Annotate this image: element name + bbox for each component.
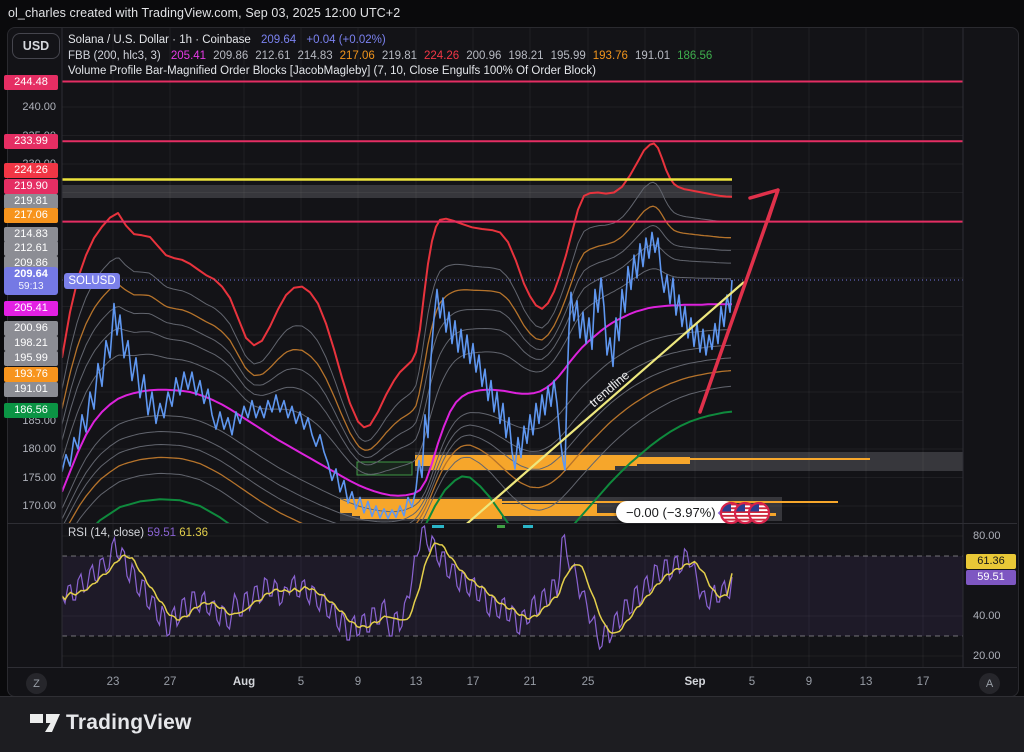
arrow-drawing[interactable] <box>700 190 778 412</box>
price-badge: 193.76 <box>4 367 58 382</box>
price-badge: 186.56 <box>4 403 58 418</box>
time-axis-label: 21 <box>524 676 537 688</box>
price-badge: 214.83 <box>4 227 58 242</box>
price-badge: 224.26 <box>4 163 58 178</box>
fbb-value: 193.76 <box>593 50 628 62</box>
price-badge: 205.41 <box>4 301 58 316</box>
fbb-indicator-values: 205.41 209.86 212.61 214.83 217.06 219.81 224.… <box>164 50 712 62</box>
time-axis-label: 5 <box>298 676 304 688</box>
fbb-indicator-title: FBB (200, hlc3, 3) <box>68 50 161 62</box>
time-axis-label: Aug <box>233 676 255 688</box>
rsi-pane <box>62 526 963 649</box>
rsi-legend[interactable]: RSI (14, close) 59.51 61.36 <box>68 527 208 539</box>
time-axis-label: 5 <box>749 676 755 688</box>
price-badge: 217.06 <box>4 208 58 223</box>
price-scale-axis[interactable]: 240.00235.00230.00185.00180.00175.00170.… <box>0 28 62 668</box>
rsi-value-purple: 59.51 <box>147 527 176 539</box>
tradingview-brand-text[interactable]: TradingView <box>66 711 192 735</box>
price-badge: 219.90 <box>4 179 58 194</box>
fbb-value: 186.56 <box>677 50 712 62</box>
tradingview-widget: ol_charles created with TradingView.com,… <box>0 0 1024 752</box>
legend-fbb-row[interactable]: FBB (200, hlc3, 3) 205.41 209.86 212.61 214… <box>68 50 712 62</box>
fbb-value: 200.96 <box>466 50 501 62</box>
time-axis-label: 23 <box>107 676 120 688</box>
currency-toggle-button[interactable]: USD <box>12 33 60 59</box>
rsi-band <box>62 556 963 636</box>
price-scale-label: 240.00 <box>6 101 56 113</box>
chart-canvas[interactable]: trendline <box>0 0 1024 752</box>
time-axis-label: 9 <box>806 676 812 688</box>
rsi-title: RSI <box>68 527 87 539</box>
time-axis-label: Sep <box>684 676 705 688</box>
tradingview-logo-icon[interactable] <box>28 709 64 735</box>
rsi-scale-label: 40.00 <box>973 610 1019 622</box>
symbol-title: Solana / U.S. Dollar · 1h · Coinbase <box>68 34 251 46</box>
price-badge: 212.61 <box>4 241 58 256</box>
fbb-value: 209.86 <box>213 50 248 62</box>
scroll-left-button[interactable]: Z <box>26 673 47 694</box>
time-axis-label: 17 <box>467 676 480 688</box>
fbb-value: 219.81 <box>382 50 417 62</box>
fbb-value: 198.21 <box>508 50 543 62</box>
rsi-params: (14, close) <box>90 527 144 539</box>
supply-zone <box>62 185 732 198</box>
current-price: 209.64 <box>4 267 58 281</box>
time-axis-label: 9 <box>355 676 361 688</box>
volume-profile-bar <box>690 458 870 460</box>
price-badge: 219.81 <box>4 194 58 209</box>
time-axis-label: 13 <box>410 676 423 688</box>
rsi-value-yellow: 61.36 <box>179 527 208 539</box>
rsi-scale-axis[interactable]: 80.00 40.00 20.00 61.3659.51 <box>963 28 1023 668</box>
time-axis-label: 25 <box>582 676 595 688</box>
legend-last-price: 209.64 <box>261 34 296 46</box>
rsi-scale-label: 20.00 <box>973 650 1019 662</box>
price-scale-label: 170.00 <box>6 500 56 512</box>
legend-change: +0.04 (+0.02%) <box>306 34 385 46</box>
divider-mark <box>432 525 444 528</box>
fbb-value: 214.83 <box>297 50 332 62</box>
fbb-value: 224.26 <box>424 50 459 62</box>
fbb-value: 195.99 <box>551 50 586 62</box>
price-scale-label: 175.00 <box>6 472 56 484</box>
attribution-text: ol_charles created with TradingView.com,… <box>8 6 400 20</box>
price-badge: 200.96 <box>4 321 58 336</box>
fbb-value: 205.41 <box>171 50 206 62</box>
divider-mark <box>497 525 505 528</box>
price-badge: 233.99 <box>4 134 58 149</box>
price-badge: 191.01 <box>4 382 58 397</box>
countdown-timer: 59:13 <box>4 281 58 293</box>
footer-bar: TradingView <box>0 696 1024 752</box>
auto-scale-button[interactable]: A <box>979 673 1000 694</box>
fbb-upper-band <box>62 269 731 475</box>
current-price-badge: 209.6459:13 <box>4 267 58 295</box>
legend-volume-profile-row[interactable]: Volume Profile Bar-Magnified Order Block… <box>68 65 596 77</box>
time-axis-label: 13 <box>860 676 873 688</box>
rsi-value-badge: 59.51 <box>966 570 1016 585</box>
rsi-scale-label: 80.00 <box>973 530 1019 542</box>
divider-mark <box>523 525 533 528</box>
time-axis-label: 17 <box>917 676 930 688</box>
price-badge: 195.99 <box>4 351 58 366</box>
price-badge: 244.48 <box>4 75 58 90</box>
rsi-value-badge: 61.36 <box>966 554 1016 569</box>
price-scale-label: 180.00 <box>6 443 56 455</box>
order-blocks <box>62 185 963 521</box>
legend-symbol-row[interactable]: Solana / U.S. Dollar · 1h · Coinbase 209… <box>68 34 386 46</box>
event-flag-icon[interactable] <box>749 503 769 523</box>
fbb-value: 212.61 <box>255 50 290 62</box>
time-axis-label: 27 <box>164 676 177 688</box>
price-badge: 198.21 <box>4 336 58 351</box>
fbb-value: 191.01 <box>635 50 670 62</box>
fbb-value: 217.06 <box>340 50 375 62</box>
event-flags[interactable] <box>716 499 774 527</box>
time-axis[interactable]: Z A 23 27 Aug 5 9 13 17 21 25 Sep 5 9 13 17 <box>7 668 1017 695</box>
series-label-badge[interactable]: SOLUSD <box>64 273 120 289</box>
volume-profile-bar <box>637 457 690 464</box>
